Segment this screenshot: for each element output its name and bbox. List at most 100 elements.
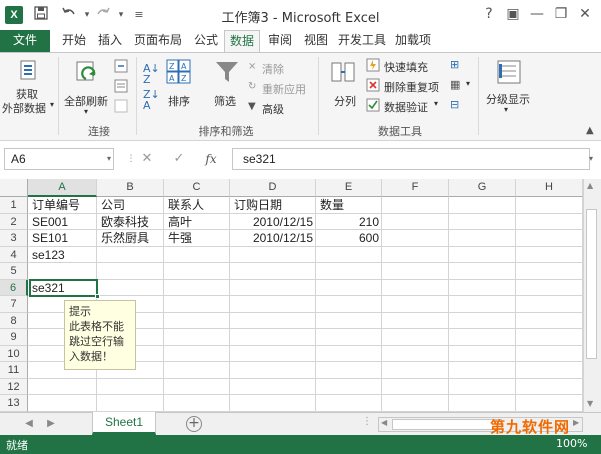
row-header-5[interactable]: 5 — [0, 263, 28, 280]
cell-d1[interactable]: 订购日期 — [231, 197, 285, 214]
data-validation-label[interactable]: 数据验证 — [384, 99, 428, 115]
column-header-f[interactable]: F — [382, 179, 449, 197]
restore-button[interactable]: ❐ — [548, 3, 574, 25]
cell-b2[interactable]: 欧泰科技 — [98, 214, 152, 231]
redo-icon[interactable] — [94, 6, 112, 24]
refresh-dropdown-icon[interactable]: ▾ — [84, 107, 88, 116]
get-external-data-icon[interactable] — [18, 59, 40, 81]
refresh-all-icon[interactable] — [74, 59, 100, 85]
relationships-icon[interactable]: ⊟ — [450, 98, 459, 111]
sheet-tab-sheet1[interactable]: Sheet1 — [92, 412, 156, 435]
enter-formula-icon[interactable]: ✓ — [168, 150, 190, 168]
column-header-c[interactable]: C — [164, 179, 230, 197]
column-header-h[interactable]: H — [516, 179, 583, 197]
tab-file[interactable]: 文件 — [0, 30, 50, 52]
customize-qat-icon[interactable]: ≡ — [130, 6, 148, 24]
zoom-level[interactable]: 100% — [556, 437, 587, 450]
undo-icon[interactable] — [60, 6, 78, 24]
reapply-label[interactable]: 重新应用 — [262, 81, 306, 97]
cell-e3[interactable]: 600 — [316, 230, 382, 247]
column-header-b[interactable]: B — [97, 179, 164, 197]
prev-sheet-icon[interactable]: ◀ — [22, 417, 36, 431]
cell-e1[interactable]: 数量 — [317, 197, 347, 214]
row-header-1[interactable]: 1 — [0, 197, 28, 214]
cell-c2[interactable]: 高叶 — [165, 214, 195, 231]
get-external-data-label-2[interactable]: 外部数据 — [2, 100, 46, 116]
tab-data[interactable]: 数据 — [224, 30, 260, 52]
formula-input[interactable]: se321 — [232, 148, 590, 170]
remove-duplicates-label[interactable]: 删除重复项 — [384, 79, 439, 95]
cell-a2[interactable]: SE001 — [29, 214, 71, 231]
advanced-label[interactable]: 高级 — [262, 101, 284, 117]
cell-d2[interactable]: 2010/12/15 — [230, 214, 316, 231]
outline-icon[interactable] — [496, 59, 522, 85]
what-if-icon[interactable]: ▦ — [450, 78, 460, 91]
cell-e2[interactable]: 210 — [316, 214, 382, 231]
split-label[interactable]: 分列 — [334, 93, 356, 109]
data-validation-dropdown-icon[interactable]: ▾ — [434, 99, 438, 108]
tab-view[interactable]: 视图 — [298, 30, 334, 52]
cancel-formula-icon[interactable]: ✕ — [136, 150, 158, 168]
data-validation-icon[interactable] — [366, 98, 380, 112]
ribbon-display-button[interactable]: ▣ — [500, 3, 526, 25]
row-header-2[interactable]: 2 — [0, 213, 28, 230]
tab-page-layout[interactable]: 页面布局 — [128, 30, 188, 52]
scroll-left-icon[interactable]: ◀ — [381, 418, 387, 427]
column-header-g[interactable]: G — [449, 179, 516, 197]
tab-home[interactable]: 开始 — [56, 30, 92, 52]
vertical-scroll-thumb[interactable] — [586, 209, 597, 359]
column-header-d[interactable]: D — [230, 179, 316, 197]
sort-label[interactable]: 排序 — [168, 93, 190, 109]
scroll-up-icon[interactable]: ▲ — [587, 181, 593, 190]
select-all-corner[interactable] — [0, 179, 28, 197]
row-header-7[interactable]: 7 — [0, 296, 28, 313]
insert-function-icon[interactable]: fx — [200, 150, 222, 168]
sort-icon[interactable]: Z AA Z — [166, 59, 192, 85]
help-button[interactable]: ? — [476, 3, 502, 25]
row-header-4[interactable]: 4 — [0, 246, 28, 263]
outline-dropdown-icon[interactable]: ▾ — [504, 105, 508, 114]
cell-b1[interactable]: 公司 — [98, 197, 128, 214]
tab-addins[interactable]: 加载项 — [390, 30, 436, 52]
tab-developer[interactable]: 开发工具 — [334, 30, 390, 52]
text-to-columns-icon[interactable] — [330, 59, 356, 85]
name-box-dropdown-icon[interactable]: ▾ — [98, 150, 120, 168]
tab-split-grip-icon[interactable]: ⋮ — [362, 416, 372, 427]
cell-a1[interactable]: 订单编号 — [29, 197, 83, 214]
sort-asc-icon[interactable]: A↓ Z — [143, 63, 160, 85]
next-sheet-icon[interactable]: ▶ — [44, 417, 58, 431]
filter-icon[interactable] — [214, 59, 240, 85]
fill-handle[interactable] — [95, 294, 100, 299]
column-header-e[interactable]: E — [316, 179, 382, 197]
horizontal-scroll-thumb[interactable] — [392, 419, 502, 430]
connections-icon[interactable] — [114, 59, 128, 73]
row-header-12[interactable]: 12 — [0, 378, 28, 395]
tab-formulas[interactable]: 公式 — [188, 30, 224, 52]
filter-label[interactable]: 筛选 — [214, 93, 236, 109]
row-header-9[interactable]: 9 — [0, 329, 28, 346]
tab-review[interactable]: 审阅 — [262, 30, 298, 52]
clear-label[interactable]: 清除 — [262, 61, 284, 77]
worksheet-grid[interactable]: ABCDEFGH 1 2 3 4 5 6 7 8 9 10 11 12 13 订单编号 公司 联系人 订购日期… — [0, 179, 601, 412]
cell-a3[interactable]: SE101 — [29, 230, 71, 247]
expand-formula-bar-icon[interactable]: ▾ — [580, 150, 601, 168]
row-header-11[interactable]: 11 — [0, 362, 28, 379]
row-header-3[interactable]: 3 — [0, 230, 28, 247]
cell-c3[interactable]: 牛强 — [165, 230, 195, 247]
minimize-button[interactable]: — — [524, 3, 550, 25]
cell-a4[interactable]: se123 — [29, 247, 68, 264]
add-sheet-icon[interactable]: + — [186, 416, 202, 432]
sort-desc-icon[interactable]: Z↓ A — [143, 89, 160, 111]
close-button[interactable]: ✕ — [572, 3, 598, 25]
flash-fill-label[interactable]: 快速填充 — [384, 59, 428, 75]
get-external-dropdown-icon[interactable]: ▾ — [50, 100, 54, 109]
flash-fill-icon[interactable] — [366, 58, 380, 72]
save-icon[interactable] — [32, 6, 50, 24]
redo-dropdown-icon[interactable]: ▾ — [112, 6, 130, 24]
row-header-8[interactable]: 8 — [0, 312, 28, 329]
scroll-right-icon[interactable]: ▶ — [573, 418, 579, 427]
row-header-10[interactable]: 10 — [0, 345, 28, 362]
cell-b3[interactable]: 乐然厨具 — [98, 230, 152, 247]
cell-c1[interactable]: 联系人 — [165, 197, 207, 214]
what-if-dropdown-icon[interactable]: ▾ — [466, 79, 470, 88]
